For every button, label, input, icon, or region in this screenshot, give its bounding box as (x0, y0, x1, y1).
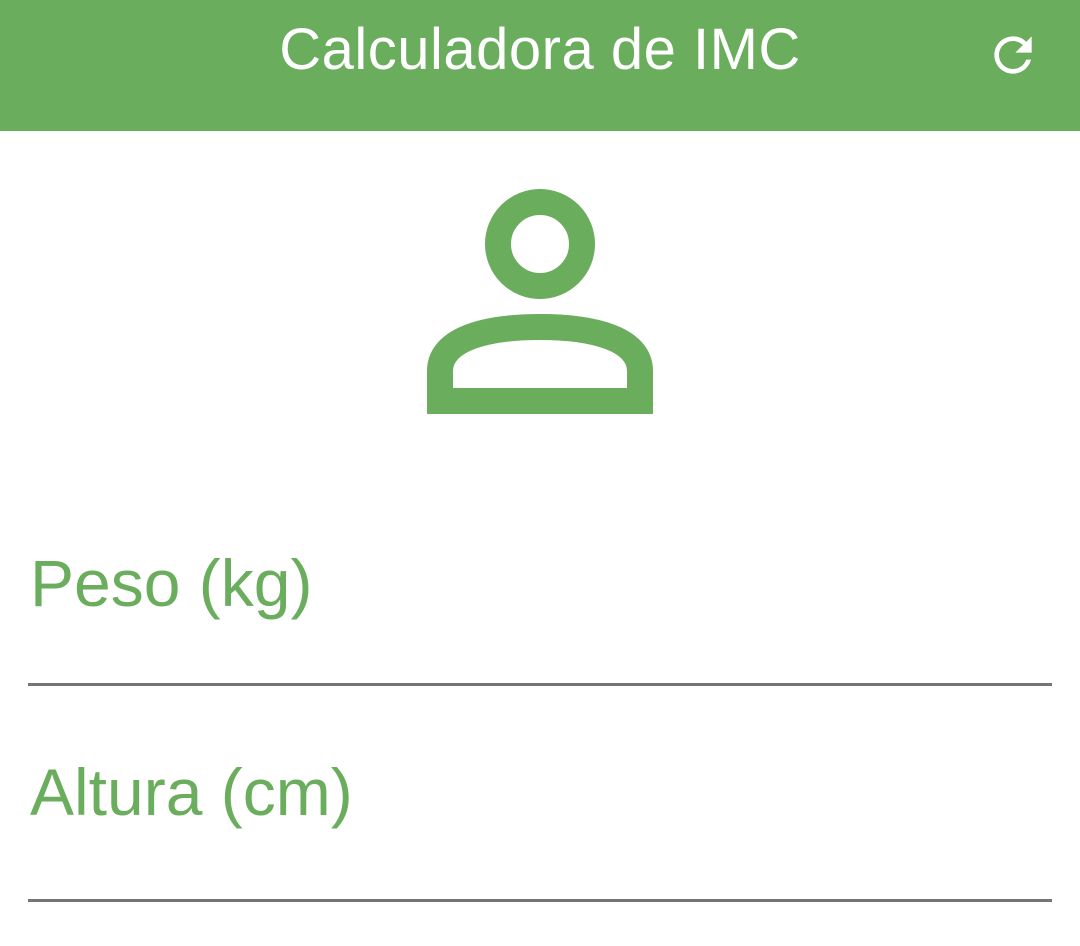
height-field[interactable]: Altura (cm) (28, 755, 1052, 902)
height-field-underline (28, 899, 1052, 902)
app-bar: Calculadora de IMC (0, 0, 1080, 131)
refresh-button[interactable] (978, 20, 1048, 90)
refresh-icon (994, 36, 1032, 74)
weight-input[interactable] (28, 556, 1052, 683)
height-input[interactable] (28, 772, 1052, 899)
weight-field-underline (28, 683, 1052, 686)
weight-field[interactable]: Peso (kg) (28, 546, 1052, 686)
app-title: Calculadora de IMC (279, 17, 801, 82)
person-outline-icon (426, 187, 654, 415)
